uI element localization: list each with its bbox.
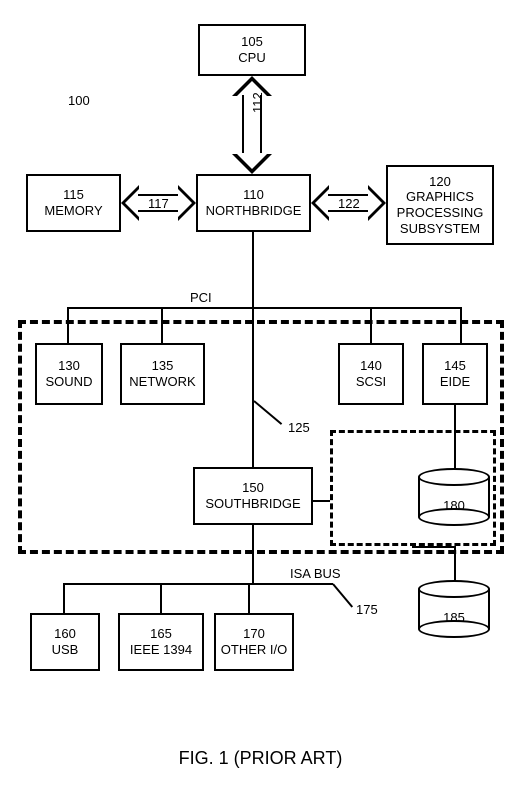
block-usb-label: USB	[52, 642, 79, 658]
drop-ieee1394	[160, 583, 162, 613]
line-storage-bottom	[412, 546, 454, 548]
isa-ref-label: 175	[356, 602, 378, 617]
block-otherio-ref: 170	[243, 626, 265, 642]
block-scsi-label: SCSI	[356, 374, 386, 390]
disk-180: 180	[418, 468, 490, 526]
block-southbridge: 150 SOUTHBRIDGE	[193, 467, 313, 525]
block-ieee1394: 165 IEEE 1394	[118, 613, 204, 671]
isa-bus-line	[63, 583, 333, 585]
line-sb-down	[252, 525, 254, 583]
block-otherio-label: OTHER I/O	[221, 642, 287, 658]
block-cpu-label: CPU	[238, 50, 265, 66]
disk-185-label: 185	[418, 610, 490, 625]
diagram-canvas: 100 105 CPU 112 115 MEMORY 117 110 NORTH…	[0, 0, 521, 797]
block-network: 135 NETWORK	[120, 343, 205, 405]
line-to-185	[454, 546, 456, 582]
block-eide-label: EIDE	[440, 374, 470, 390]
block-graphics-label: GRAPHICS PROCESSING SUBSYSTEM	[388, 189, 492, 236]
line-nb-to-pci	[252, 232, 254, 307]
block-usb: 160 USB	[30, 613, 100, 671]
block-sound-label: SOUND	[46, 374, 93, 390]
block-northbridge: 110 NORTHBRIDGE	[196, 174, 311, 232]
block-memory-label: MEMORY	[44, 203, 102, 219]
disk-185: 185	[418, 580, 490, 638]
disk-180-label: 180	[418, 498, 490, 513]
block-sound: 130 SOUND	[35, 343, 103, 405]
block-otherio: 170 OTHER I/O	[214, 613, 294, 671]
arrow-112	[232, 76, 272, 174]
diagram-ref-label: 100	[68, 93, 90, 108]
block-ieee1394-label: IEEE 1394	[130, 642, 192, 658]
arrow-112-label: 112	[250, 92, 265, 113]
block-northbridge-label: NORTHBRIDGE	[206, 203, 302, 219]
block-sound-ref: 130	[58, 358, 80, 374]
drop-usb	[63, 583, 65, 613]
block-memory: 115 MEMORY	[26, 174, 121, 232]
block-cpu: 105 CPU	[198, 24, 306, 76]
block-eide: 145 EIDE	[422, 343, 488, 405]
block-scsi-ref: 140	[360, 358, 382, 374]
block-scsi: 140 SCSI	[338, 343, 404, 405]
block-graphics: 120 GRAPHICS PROCESSING SUBSYSTEM	[386, 165, 494, 245]
arrow-122-label: 122	[338, 196, 360, 211]
isa-bus-label: ISA BUS	[290, 566, 341, 581]
line-sb-right-stub	[313, 500, 330, 502]
arrow-117-label: 117	[148, 196, 169, 211]
block-northbridge-ref: 110	[243, 187, 264, 203]
block-network-label: NETWORK	[129, 374, 195, 390]
drop-otherio	[248, 583, 250, 613]
block-memory-ref: 115	[63, 187, 84, 203]
line-eide-to-180	[454, 405, 456, 470]
block-eide-ref: 145	[444, 358, 466, 374]
leader-175	[332, 583, 353, 607]
block-southbridge-ref: 150	[242, 480, 264, 496]
figure-caption: FIG. 1 (PRIOR ART)	[0, 748, 521, 769]
block-southbridge-label: SOUTHBRIDGE	[205, 496, 300, 512]
block-usb-ref: 160	[54, 626, 76, 642]
block-graphics-ref: 120	[429, 174, 451, 190]
block-cpu-ref: 105	[241, 34, 263, 50]
block-network-ref: 135	[152, 358, 174, 374]
pci-bus-label: PCI	[190, 290, 212, 305]
pci-bus-line	[67, 307, 462, 309]
block-ieee1394-ref: 165	[150, 626, 172, 642]
